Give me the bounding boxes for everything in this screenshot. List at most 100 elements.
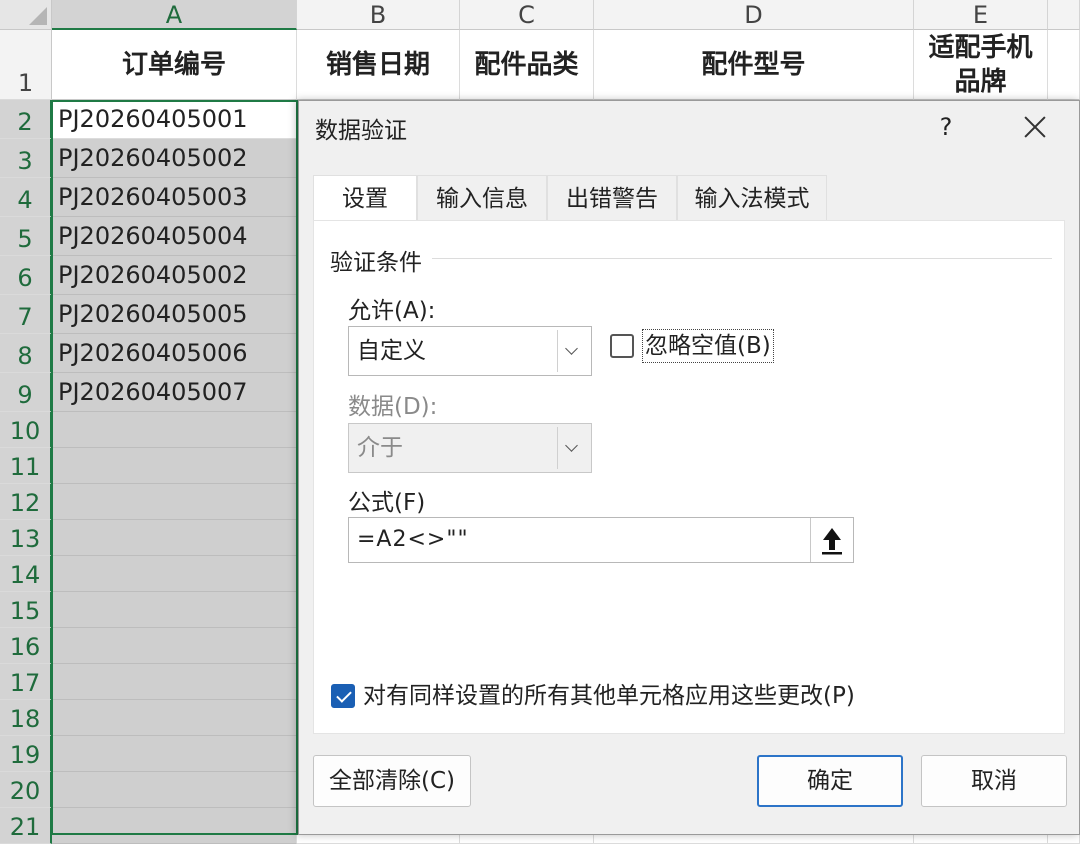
data-validation-dialog: 数据验证 ? 设置 输入信息 出错警告 输入法模式 验证条件 允许(A): 自定…	[298, 100, 1080, 835]
cell-order-id[interactable]: PJ20260405007	[52, 373, 297, 412]
column-header-c[interactable]: C	[460, 0, 594, 30]
row-header-2[interactable]: 2	[0, 100, 52, 139]
close-icon[interactable]	[1017, 109, 1053, 145]
cell-order-id[interactable]: PJ20260405002	[52, 256, 297, 295]
row-number: 11	[9, 453, 41, 481]
column-header-f-partial[interactable]	[1048, 0, 1080, 30]
row-number: 8	[17, 342, 33, 370]
cell-order-id[interactable]	[52, 592, 297, 628]
allow-select-value: 自定义	[357, 338, 426, 364]
cell-order-id[interactable]	[52, 484, 297, 520]
formula-input-value[interactable]: =A2<>""	[357, 518, 469, 562]
row-header-1[interactable]: 1	[0, 30, 52, 100]
row-header-13[interactable]: 13	[0, 520, 52, 556]
row-header-11[interactable]: 11	[0, 448, 52, 484]
row-header-21[interactable]: 21	[0, 808, 52, 844]
column-header-e[interactable]: E	[914, 0, 1048, 30]
row-header-17[interactable]: 17	[0, 664, 52, 700]
cell-order-id[interactable]: PJ20260405001	[52, 100, 297, 139]
cell-order-id[interactable]	[52, 808, 297, 844]
cell-order-id[interactable]	[52, 772, 297, 808]
cell-order-id[interactable]	[52, 556, 297, 592]
help-button[interactable]: ?	[931, 109, 961, 145]
column-header-a[interactable]: A	[52, 0, 297, 30]
allow-label: 允许(A):	[348, 298, 436, 324]
row-header-6[interactable]: 6	[0, 256, 52, 295]
header-cell-phone-brand[interactable]: 适配手机品牌	[914, 30, 1048, 100]
dialog-title: 数据验证	[315, 118, 407, 144]
row-header-10[interactable]: 10	[0, 412, 52, 448]
tab-error-alert[interactable]: 出错警告	[547, 175, 677, 221]
column-header-b[interactable]: B	[297, 0, 460, 30]
row-number: 12	[9, 489, 41, 517]
row-header-16[interactable]: 16	[0, 628, 52, 664]
row-number: 5	[17, 225, 33, 253]
select-all-triangle-icon	[29, 7, 47, 25]
row-number: 18	[9, 705, 41, 733]
row-number: 20	[9, 777, 41, 805]
tab-settings[interactable]: 设置	[313, 175, 417, 221]
select-all-corner[interactable]	[0, 0, 52, 30]
cell-order-id[interactable]	[52, 664, 297, 700]
column-header-d[interactable]: D	[594, 0, 914, 30]
group-divider	[432, 258, 1052, 259]
formula-input[interactable]: =A2<>""	[348, 517, 854, 563]
row-number: 4	[17, 186, 33, 214]
header-cell-f[interactable]	[1048, 30, 1080, 100]
row-header-9[interactable]: 9	[0, 373, 52, 412]
cell-order-id[interactable]: PJ20260405004	[52, 217, 297, 256]
row-number: 6	[17, 264, 33, 292]
row-number: 17	[9, 669, 41, 697]
row-header-20[interactable]: 20	[0, 772, 52, 808]
ignore-blank-checkbox[interactable]	[610, 334, 634, 358]
row-header-4[interactable]: 4	[0, 178, 52, 217]
data-select-value: 介于	[357, 435, 403, 461]
row-header-19[interactable]: 19	[0, 736, 52, 772]
allow-select[interactable]: 自定义	[348, 326, 592, 376]
chevron-down-icon[interactable]	[557, 330, 588, 372]
cell-order-id[interactable]	[52, 628, 297, 664]
ok-button[interactable]: 确定	[757, 755, 903, 807]
chevron-down-icon[interactable]	[557, 427, 588, 469]
cell-order-id[interactable]	[52, 448, 297, 484]
row-number: 14	[9, 561, 41, 589]
ignore-blank-label[interactable]: 忽略空值(B)	[642, 329, 774, 363]
tab-input-message[interactable]: 输入信息	[417, 175, 547, 221]
cell-order-id[interactable]: PJ20260405002	[52, 139, 297, 178]
row-number: 19	[9, 741, 41, 769]
row-number: 9	[17, 381, 33, 409]
row-header-18[interactable]: 18	[0, 700, 52, 736]
clear-all-button[interactable]: 全部清除(C)	[313, 755, 471, 807]
validation-criteria-label: 验证条件	[330, 243, 430, 277]
apply-all-checkbox[interactable]	[331, 684, 355, 708]
row-number: 10	[9, 417, 41, 445]
row-number: 13	[9, 525, 41, 553]
cell-order-id[interactable]: PJ20260405003	[52, 178, 297, 217]
cell-order-id[interactable]	[52, 700, 297, 736]
row-number: 16	[9, 633, 41, 661]
cell-order-id[interactable]	[52, 520, 297, 556]
header-cell-sale-date[interactable]: 销售日期	[297, 30, 460, 100]
header-cell-model[interactable]: 配件型号	[594, 30, 914, 100]
cell-order-id[interactable]: PJ20260405005	[52, 295, 297, 334]
tab-ime-mode[interactable]: 输入法模式	[677, 175, 827, 221]
row-header-8[interactable]: 8	[0, 334, 52, 373]
cell-order-id[interactable]	[52, 412, 297, 448]
cell-order-id[interactable]: PJ20260405006	[52, 334, 297, 373]
settings-panel: 验证条件 允许(A): 自定义 忽略空值(B) 数据(D): 介于 公式(F) …	[313, 220, 1065, 734]
row-header-3[interactable]: 3	[0, 139, 52, 178]
row-header-7[interactable]: 7	[0, 295, 52, 334]
header-cell-order-id[interactable]: 订单编号	[52, 30, 297, 100]
up-arrow-icon[interactable]	[810, 518, 853, 562]
data-label: 数据(D):	[348, 394, 438, 420]
row-header-14[interactable]: 14	[0, 556, 52, 592]
cancel-button[interactable]: 取消	[921, 755, 1067, 807]
header-cell-category[interactable]: 配件品类	[460, 30, 594, 100]
row-header-5[interactable]: 5	[0, 217, 52, 256]
data-select[interactable]: 介于	[348, 423, 592, 473]
row-header-15[interactable]: 15	[0, 592, 52, 628]
cell-order-id[interactable]	[52, 736, 297, 772]
apply-all-label[interactable]: 对有同样设置的所有其他单元格应用这些更改(P)	[363, 680, 855, 712]
row-header-12[interactable]: 12	[0, 484, 52, 520]
collapse-dialog-arrow	[822, 528, 842, 555]
